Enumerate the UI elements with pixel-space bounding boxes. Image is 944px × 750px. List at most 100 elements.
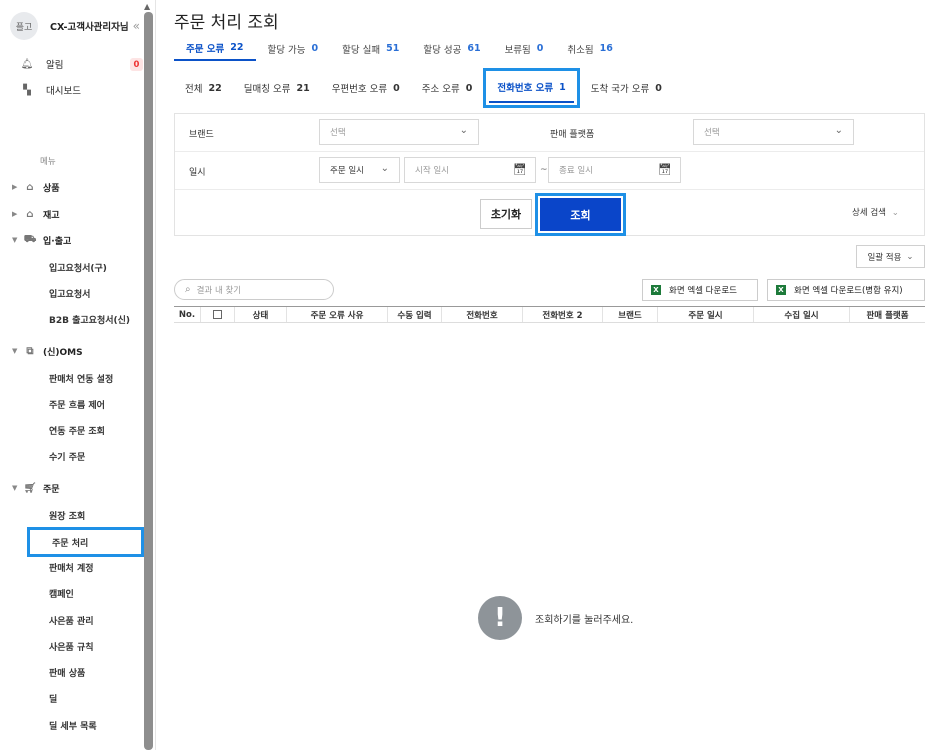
truck-icon: ⛟	[23, 233, 37, 245]
subtab-zipcode-error[interactable]: 우편번호 오류 0	[321, 73, 411, 103]
alert-count-badge: 0	[130, 58, 143, 71]
tab-on-hold[interactable]: 보류됨 0	[493, 36, 556, 61]
tab-allocation-failed[interactable]: 할당 실패 51	[330, 36, 411, 61]
box-icon: ⌂	[26, 181, 34, 193]
chevron-down-icon: ⌄	[906, 251, 914, 262]
sidebar-item-deal[interactable]: 딜	[49, 690, 57, 706]
calendar-icon[interactable]: 📅︎	[513, 163, 527, 176]
subtab-address-error[interactable]: 주소 오류 0	[411, 73, 484, 103]
sidebar-item-inbound[interactable]: 입고요청서	[49, 285, 90, 301]
sidebar-group-inventory[interactable]: ▶ ⌂ 재고	[12, 205, 60, 223]
sidebar-item-sale-products[interactable]: 판매 상품	[49, 664, 85, 680]
col-phone-2[interactable]: 전화번호 2	[523, 307, 603, 322]
oms-icon: ⧉	[26, 345, 34, 357]
tab-allocation-success[interactable]: 할당 성공 61	[411, 36, 492, 61]
platform-select[interactable]: 선택 ⌄	[693, 119, 854, 145]
chevron-down-icon: ⌄	[459, 125, 468, 136]
sidebar-item-inbound-old[interactable]: 입고요청서(구)	[49, 259, 107, 275]
start-date-input[interactable]: 시작 일시 📅︎	[404, 157, 536, 183]
bulk-apply-dropdown[interactable]: 일괄 적용 ⌄	[856, 245, 925, 268]
sidebar-scrollbar[interactable]	[144, 12, 153, 750]
sidebar-item-label: 알림	[46, 60, 64, 71]
col-status[interactable]: 상태	[235, 307, 287, 322]
group-label: 주문	[43, 484, 60, 495]
sidebar-item-deal-details[interactable]: 딜 세부 목록	[49, 717, 97, 733]
tab-order-error[interactable]: 주문 오류 22	[174, 36, 256, 61]
sidebar-item-gift-management[interactable]: 사은품 관리	[49, 612, 94, 628]
subtab-destination-country-error[interactable]: 도착 국가 오류 0	[580, 73, 673, 103]
col-select-all[interactable]	[201, 307, 235, 322]
filter-row-brand: 브랜드 선택 ⌄ 판매 플랫폼 선택 ⌄	[175, 114, 924, 152]
search-icon: ⌕	[185, 284, 191, 295]
select-all-checkbox[interactable]	[213, 310, 222, 319]
sidebar-item-channel-settings[interactable]: 판매처 연동 설정	[49, 370, 113, 386]
menu-caption: 메뉴	[40, 157, 56, 167]
col-sales-platform[interactable]: 판매 플랫폼	[850, 307, 925, 322]
empty-state-message: 조회하기를 눌러주세요.	[535, 614, 634, 626]
sidebar-group-orders[interactable]: ▼ 🛒︎ 주문	[12, 479, 60, 497]
group-label: 상품	[43, 183, 60, 194]
end-date-input[interactable]: 종료 일시 📅︎	[548, 157, 681, 183]
col-error-reason[interactable]: 주문 오류 사유	[287, 307, 388, 322]
tab-cancelled[interactable]: 취소됨 16	[555, 36, 624, 61]
brand-label: 브랜드	[189, 130, 214, 140]
date-range-separator: ~	[540, 165, 548, 175]
chevron-down-icon: ⌄	[834, 125, 843, 136]
sidebar-item-dashboard[interactable]: ▚ 대시보드	[20, 80, 81, 100]
col-phone[interactable]: 전화번호	[442, 307, 523, 322]
excel-icon: X	[776, 285, 786, 295]
sidebar-group-oms[interactable]: ▼ ⧉ (신)OMS	[12, 342, 83, 360]
chevron-down-icon: ▼	[12, 347, 18, 355]
col-no[interactable]: No.	[174, 307, 201, 322]
filter-panel: 브랜드 선택 ⌄ 판매 플랫폼 선택 ⌄ 일시 주문 일시 ⌄ 시작 일시 📅︎…	[174, 113, 925, 236]
col-manual-input[interactable]: 수동 입력	[388, 307, 442, 322]
collapse-sidebar-icon[interactable]: «	[133, 19, 140, 33]
col-collected-date[interactable]: 수집 일시	[754, 307, 850, 322]
subtab-all[interactable]: 전체 22	[174, 73, 233, 103]
brand-select[interactable]: 선택 ⌄	[319, 119, 479, 145]
dashboard-icon: ▚	[23, 84, 31, 96]
chevron-right-icon: ▶	[12, 210, 18, 218]
sidebar-item-alerts[interactable]: 🔔︎ 알림	[20, 54, 64, 74]
sidebar-item-b2b-outbound[interactable]: B2B 출고요청서(신)	[49, 311, 130, 327]
search-button-highlight: 조회	[535, 193, 626, 236]
excel-download-button[interactable]: X 화면 엑셀 다운로드	[642, 279, 758, 301]
col-order-date[interactable]: 주문 일시	[658, 307, 754, 322]
tab-allocatable[interactable]: 할당 가능 0	[256, 36, 331, 61]
sidebar-item-linked-orders[interactable]: 연동 주문 조회	[49, 422, 105, 438]
table-header: No. 상태 주문 오류 사유 수동 입력 전화번호 전화번호 2 브랜드 주문…	[174, 306, 925, 323]
advanced-search-toggle[interactable]: 상세 검색 ⌄	[852, 206, 899, 218]
sidebar-item-order-processing[interactable]: 주문 처리	[27, 527, 144, 557]
reset-button[interactable]: 초기화	[480, 199, 532, 229]
sidebar-header: 플고 CX-고객사관리자님 «	[10, 12, 150, 40]
sidebar-item-seller-accounts[interactable]: 판매처 계정	[49, 559, 94, 575]
excel-icon: X	[651, 285, 661, 295]
chevron-down-icon: ▼	[12, 484, 18, 492]
date-type-select[interactable]: 주문 일시 ⌄	[319, 157, 400, 183]
scroll-up-arrow-icon[interactable]: ▲	[144, 2, 150, 11]
main-content: 주문 처리 조회 주문 오류 22 할당 가능 0 할당 실패 51 할당 성공 61 …	[174, 0, 944, 750]
sidebar-item-order-flow[interactable]: 주문 흐름 제어	[49, 396, 105, 412]
search-button[interactable]: 조회	[540, 198, 621, 231]
col-brand[interactable]: 브랜드	[603, 307, 658, 322]
date-label: 일시	[189, 168, 206, 178]
calendar-icon[interactable]: 📅︎	[658, 163, 672, 176]
chevron-down-icon: ⌄	[891, 208, 899, 218]
sidebar: 플고 CX-고객사관리자님 « 🔔︎ 알림 0 ▚ 대시보드 메뉴 ▶ ⌂ 상품…	[0, 0, 156, 750]
group-label: (신)OMS	[43, 347, 83, 358]
result-search-input[interactable]: ⌕ 결과 내 찾기	[174, 279, 334, 300]
sidebar-item-manual-order[interactable]: 수기 주문	[49, 448, 85, 464]
cart-icon: 🛒︎	[23, 482, 37, 494]
group-label: 입·출고	[43, 236, 72, 247]
sidebar-item-ledger[interactable]: 원장 조회	[49, 507, 85, 523]
subtab-deal-matching-error[interactable]: 딜매칭 오류 21	[233, 73, 321, 103]
sidebar-item-campaign[interactable]: 캠페인	[49, 585, 74, 601]
sidebar-item-gift-rules[interactable]: 사은품 규칙	[49, 638, 94, 654]
page-title: 주문 처리 조회	[174, 13, 279, 33]
sidebar-group-inout[interactable]: ▼ ⛟ 입·출고	[12, 231, 71, 249]
avatar[interactable]: 플고	[10, 12, 38, 40]
subtab-phone-error[interactable]: 전화번호 오류 1	[483, 68, 580, 108]
sidebar-group-products[interactable]: ▶ ⌂ 상품	[12, 178, 60, 196]
excel-download-merged-button[interactable]: X 화면 엑셀 다운로드(병합 유지)	[767, 279, 925, 301]
sidebar-item-label: 대시보드	[46, 86, 81, 97]
